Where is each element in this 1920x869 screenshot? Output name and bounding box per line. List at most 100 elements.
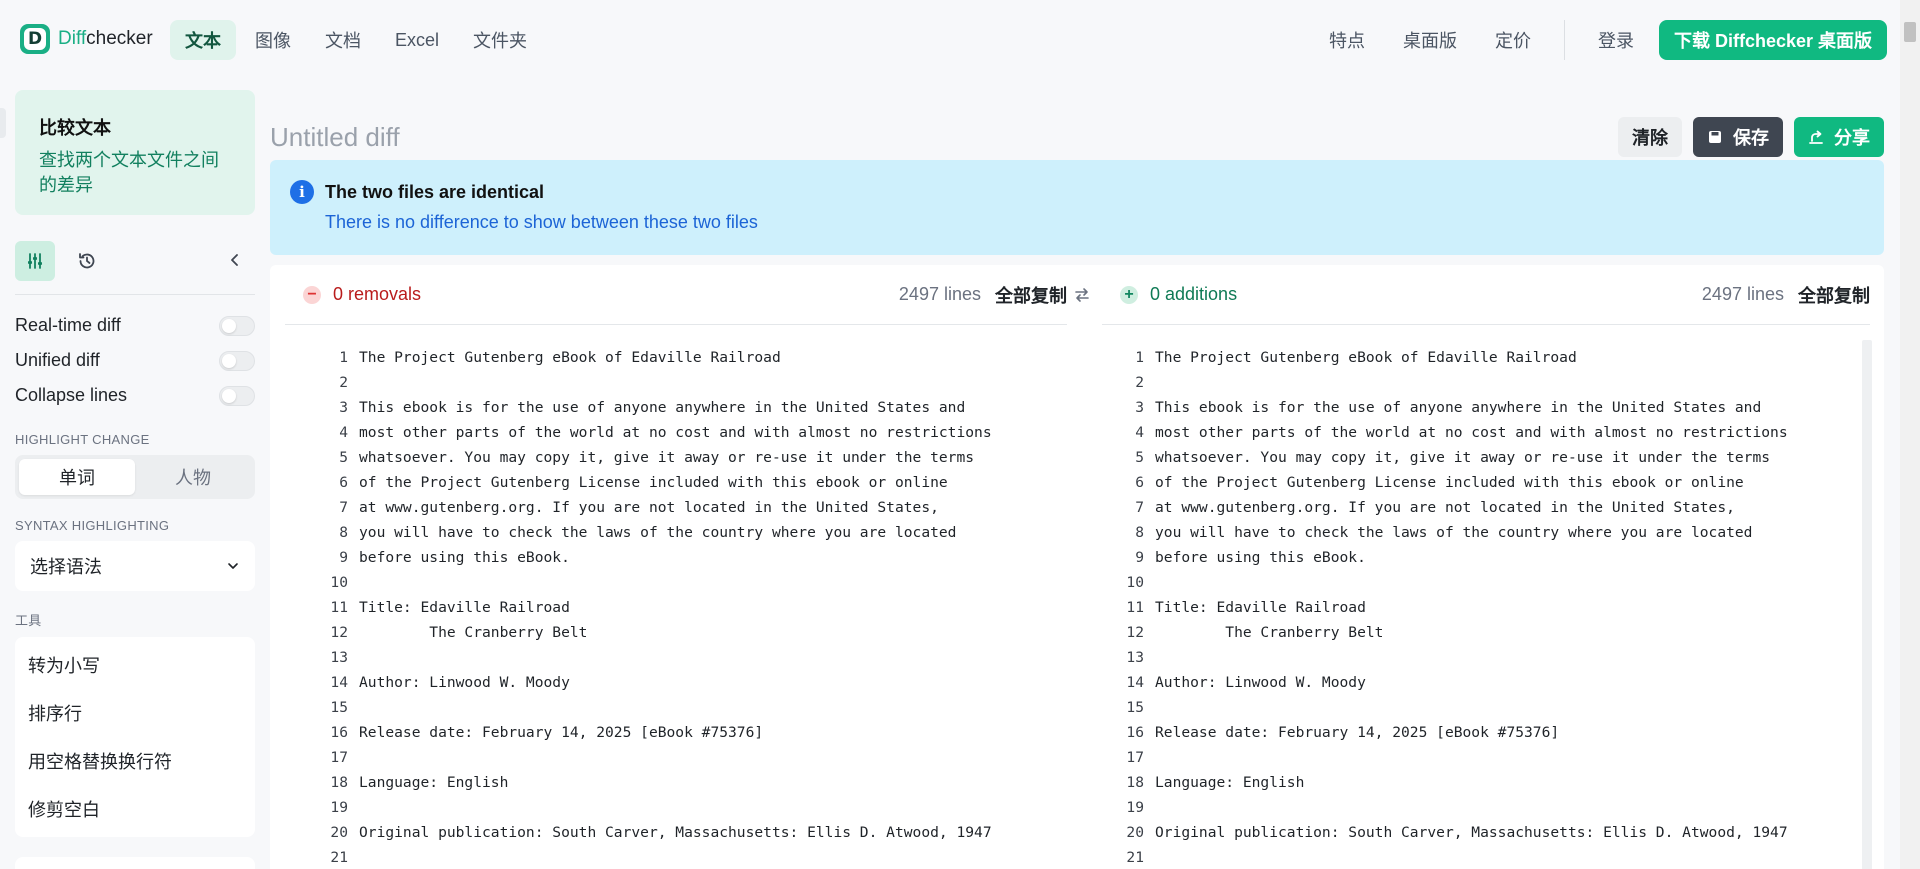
tool-replace-linebreaks[interactable]: 用空格替换换行符 [15, 737, 255, 785]
right-copy-all-button[interactable]: 全部复制 [1798, 282, 1870, 308]
collapse-lines-switch[interactable] [219, 385, 255, 406]
line-text: Title: Edaville Railroad [359, 599, 570, 616]
tool-lowercase[interactable]: 转为小写 [15, 641, 255, 689]
highlight-change-label: HIGHLIGHT CHANGE [15, 432, 150, 447]
nav-item-text[interactable]: 文本 [170, 20, 236, 60]
code-line: 13 [1066, 645, 1856, 670]
nav-item-image[interactable]: 图像 [240, 20, 306, 60]
page-scrollbar-thumb[interactable] [1904, 22, 1916, 42]
logo[interactable]: D Diffchecker [20, 24, 153, 54]
info-icon: i [290, 180, 314, 204]
nav-item-document[interactable]: 文档 [310, 20, 376, 60]
swap-icon[interactable] [1072, 285, 1092, 305]
line-text: Original publication: South Carver, Mass… [359, 824, 992, 841]
unified-diff-switch[interactable] [219, 350, 255, 371]
nav-item-folder[interactable]: 文件夹 [458, 20, 542, 60]
title-row: Untitled diff 清除 保存 分享 [270, 115, 1884, 160]
chevron-down-icon [228, 563, 238, 569]
line-number: 10 [1126, 574, 1144, 591]
line-text: Release date: February 14, 2025 [eBook #… [359, 724, 764, 741]
line-text: at www.gutenberg.org. If you are not loc… [1155, 499, 1735, 516]
page-scrollbar[interactable] [1900, 0, 1920, 869]
code-line: 17 [270, 745, 1060, 770]
tools-label: 工具 [15, 613, 42, 628]
save-button[interactable]: 保存 [1693, 117, 1783, 157]
syntax-select[interactable]: 选择语法 [15, 541, 255, 591]
line-number: 21 [1126, 849, 1144, 866]
info-banner-title: The two files are identical [325, 182, 545, 202]
plus-circle-icon: + [1120, 285, 1138, 304]
collapse-sidebar-button[interactable] [225, 248, 245, 272]
line-number: 16 [1126, 724, 1144, 741]
line-text: before using this eBook. [359, 549, 570, 566]
tools-list: 转为小写 排序行 用空格替换换行符 修剪空白 [15, 637, 255, 837]
chevron-left-icon [231, 254, 238, 266]
tool-trim-whitespace[interactable]: 修剪空白 [15, 785, 255, 833]
nav-item-excel[interactable]: Excel [380, 20, 454, 60]
realtime-diff-switch[interactable] [219, 315, 255, 336]
sidebar-edge-handle[interactable] [0, 108, 6, 138]
code-line: 12 The Cranberry Belt [1066, 620, 1856, 645]
intro-title: 比较文本 [39, 118, 111, 138]
line-number: 12 [1126, 624, 1144, 641]
code-line: 14 Author: Linwood W. Moody [1066, 670, 1856, 695]
code-line: 12 The Cranberry Belt [270, 620, 1060, 645]
line-number: 10 [330, 574, 348, 591]
code-line: 9 before using this eBook. [1066, 545, 1856, 570]
nav-item-desktop[interactable]: 桌面版 [1384, 20, 1476, 60]
line-text: Language: English [1155, 774, 1305, 791]
line-text: This ebook is for the use of anyone anyw… [1155, 399, 1762, 416]
left-copy-all-button[interactable]: 全部复制 [995, 282, 1067, 308]
login-link[interactable]: 登录 [1579, 20, 1653, 60]
code-line: 19 [1066, 795, 1856, 820]
line-number: 12 [330, 624, 348, 641]
line-text: Author: Linwood W. Moody [359, 674, 570, 691]
line-text: of the Project Gutenberg License include… [1155, 474, 1744, 491]
sliders-icon [28, 253, 42, 269]
history-tab[interactable] [67, 241, 107, 281]
info-banner-description: There is no difference to show between t… [325, 212, 758, 232]
tool-sort-lines[interactable]: 排序行 [15, 689, 255, 737]
line-text: whatsoever. You may copy it, give it awa… [359, 449, 975, 466]
share-button[interactable]: 分享 [1794, 117, 1884, 157]
clear-button[interactable]: 清除 [1618, 117, 1682, 157]
left-code-view[interactable]: 1 The Project Gutenberg eBook of Edaville… [270, 345, 1060, 869]
intro-description: 查找两个文本文件之间的差异 [39, 150, 219, 195]
line-text: This ebook is for the use of anyone anyw… [359, 399, 966, 416]
line-number: 4 [339, 424, 348, 441]
history-icon [79, 253, 95, 269]
line-number: 18 [330, 774, 348, 791]
highlight-option-character[interactable]: 人物 [135, 459, 251, 495]
logo-text: Diffchecker [58, 28, 153, 50]
code-line: 8 you will have to check the laws of the … [270, 520, 1060, 545]
nav-divider [1564, 20, 1565, 60]
code-line: 7 at www.gutenberg.org. If you are not lo… [1066, 495, 1856, 520]
diff-title[interactable]: Untitled diff [270, 122, 400, 153]
line-number: 6 [339, 474, 348, 491]
left-lines-count: 2497 lines [898, 284, 981, 304]
right-code-view[interactable]: 1 The Project Gutenberg eBook of Edaville… [1066, 345, 1856, 869]
line-text: most other parts of the world at no cost… [1155, 424, 1788, 441]
toggle-row-realtime: Real-time diff [15, 308, 255, 343]
code-line: 18 Language: English [270, 770, 1060, 795]
nav-item-features[interactable]: 特点 [1310, 20, 1384, 60]
nav-item-pricing[interactable]: 定价 [1476, 20, 1550, 60]
line-number: 21 [330, 849, 348, 866]
line-number: 18 [1126, 774, 1144, 791]
code-line: 4 most other parts of the world at no cos… [1066, 420, 1856, 445]
code-line: 16 Release date: February 14, 2025 [eBook… [1066, 720, 1856, 745]
line-text: Title: Edaville Railroad [1155, 599, 1366, 616]
line-text: The Cranberry Belt [1155, 624, 1384, 641]
line-number: 20 [1126, 824, 1144, 841]
highlight-option-word[interactable]: 单词 [19, 459, 135, 495]
settings-tab[interactable] [15, 241, 55, 281]
line-number: 8 [339, 524, 348, 541]
removals-count: 0 removals [333, 284, 422, 304]
code-line: 19 [270, 795, 1060, 820]
line-text: The Project Gutenberg eBook of Edaville … [359, 349, 781, 366]
download-desktop-button[interactable]: 下载 Diffchecker 桌面版 [1659, 20, 1888, 60]
line-number: 9 [339, 549, 348, 566]
minus-circle-icon: − [303, 285, 321, 304]
code-scrollbar[interactable] [1862, 340, 1872, 869]
line-text: The Cranberry Belt [359, 624, 588, 641]
